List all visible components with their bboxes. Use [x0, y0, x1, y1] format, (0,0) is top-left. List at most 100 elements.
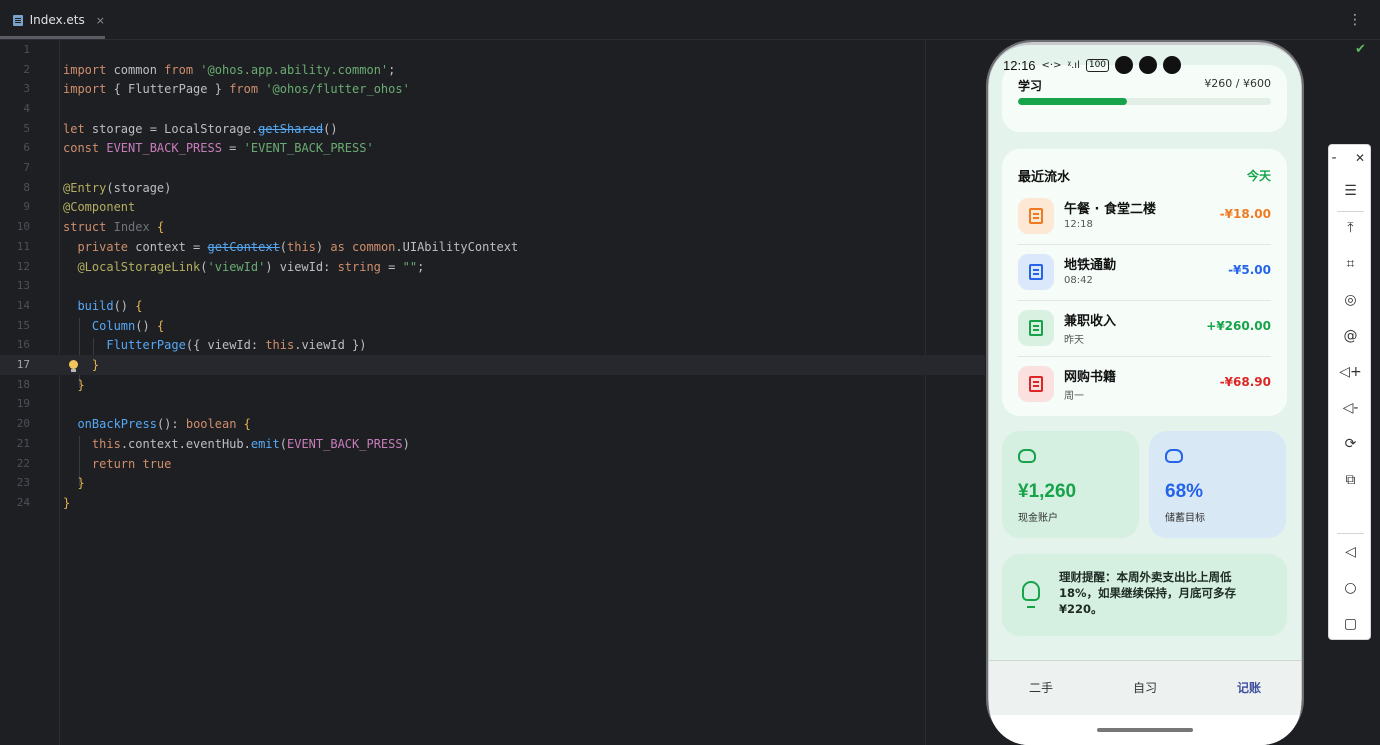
cash-account-card[interactable]: ¥1,260 现金账户 [1002, 431, 1139, 538]
savings-goal-card[interactable]: 68% 储蓄目标 [1149, 431, 1286, 538]
divider [1337, 533, 1364, 534]
transaction-amount: -¥5.00 [1228, 263, 1271, 277]
code-line-active: 17 } [0, 355, 985, 375]
transaction-row[interactable]: 网购书籍 周一 -¥68.90 [1018, 357, 1271, 413]
at-icon[interactable]: @ [1329, 323, 1372, 349]
signal-icon: ᵡ.ıl [1067, 59, 1080, 71]
nav-item-accounting[interactable]: 记账 [1197, 661, 1301, 715]
menu-icon[interactable]: ☰ [1329, 178, 1372, 204]
transaction-name: 地铁通勤 [1064, 258, 1117, 273]
stat-label: 储蓄目标 [1165, 513, 1205, 524]
code-line: 10 struct Index { [16, 220, 165, 234]
transaction-amount: -¥68.90 [1219, 375, 1271, 389]
divider [1337, 211, 1364, 212]
receipt-icon [1029, 264, 1043, 280]
date-filter-link[interactable]: 今天 [1247, 167, 1271, 184]
nav-item-study[interactable]: 自习 [1093, 661, 1197, 715]
crop-icon[interactable]: ⌗ [1329, 251, 1372, 277]
code-line: 14 build() { [16, 299, 143, 313]
code-line: 2 import common from '@ohos.app.ability.c… [23, 63, 396, 77]
volume-up-icon[interactable]: ◁+ [1329, 359, 1372, 385]
back-icon[interactable]: ◁ [1329, 539, 1372, 565]
multi-device-icon[interactable]: ⧉ [1329, 467, 1372, 493]
status-bar: 12:16 <·> ᵡ.ıl 100 [989, 45, 1301, 85]
transaction-row[interactable]: 午餐 · 食堂二楼 12:18 -¥18.00 [1018, 189, 1271, 245]
stat-label: 现金账户 [1018, 513, 1058, 524]
section-title: 最近流水 [1018, 170, 1071, 185]
code-line: 23 } [16, 476, 85, 490]
home-indicator[interactable] [1097, 728, 1193, 732]
network-icon: <·> [1041, 59, 1062, 71]
status-time: 12:16 [1003, 57, 1036, 73]
code-line: 13 [16, 279, 30, 292]
budget-progress-fill [1018, 98, 1127, 105]
receipt-icon [1029, 376, 1043, 392]
piggy-bank-icon [1165, 449, 1183, 463]
receipt-icon [1029, 320, 1043, 336]
home-icon[interactable]: ○ [1329, 575, 1372, 601]
code-line: 21 this.context.eventHub.emit(EVENT_BACK… [16, 437, 410, 451]
tx-icon-bg [1018, 254, 1054, 290]
receipt-icon [1029, 208, 1043, 224]
tx-icon-bg [1018, 198, 1054, 234]
code-line: 3 import { FlutterPage } from '@ohos/flut… [23, 82, 410, 96]
transaction-row[interactable]: 地铁通勤 08:42 -¥5.00 [1018, 245, 1271, 301]
code-line: 7 [23, 161, 30, 174]
stat-value: 68% [1165, 481, 1204, 502]
nav-item-secondhand[interactable]: 二手 [989, 661, 1093, 715]
bottom-nav: 二手 自习 记账 [989, 660, 1301, 715]
transaction-time: 昨天 [1064, 335, 1084, 346]
budget-progress-bar [1018, 98, 1271, 105]
active-tab-indicator [0, 36, 105, 39]
volume-down-icon[interactable]: ◁- [1329, 395, 1372, 421]
code-line: 11 private context = getContext(this) as… [16, 240, 519, 254]
transaction-name: 午餐 · 食堂二楼 [1064, 202, 1156, 217]
transaction-name: 网购书籍 [1064, 370, 1117, 385]
camera-cutout [1115, 56, 1134, 74]
close-icon[interactable]: × [96, 14, 105, 27]
close-icon[interactable]: ✕ [1347, 145, 1373, 171]
code-line: 20 onBackPress(): boolean { [16, 417, 251, 431]
code-line: 24} [16, 496, 71, 510]
minimize-icon[interactable]: - [1321, 145, 1347, 171]
stat-value: ¥1,260 [1018, 481, 1077, 502]
tip-text: 理财提醒：本周外卖支出比上周低18%，如果继续保持，月底可多存¥220。 [1059, 570, 1237, 616]
code-line: 4 [23, 102, 30, 115]
transaction-name: 兼职收入 [1064, 314, 1117, 329]
recents-icon[interactable]: ▢ [1329, 611, 1372, 637]
finance-tip-card: 理财提醒：本周外卖支出比上周低18%，如果继续保持，月底可多存¥220。 [1002, 554, 1287, 636]
piggy-bank-icon [1018, 449, 1036, 463]
battery-icon: 100 [1085, 58, 1110, 72]
lightbulb-icon [1022, 581, 1040, 608]
code-line: 8 @Entry(storage) [23, 181, 172, 195]
phone-screen: 12:16 <·> ᵡ.ıl 100 学习 ¥260 / ¥600 最近流水 今… [989, 45, 1301, 745]
code-line: 15 Column() { [16, 319, 165, 333]
transaction-amount: -¥18.00 [1219, 207, 1271, 221]
code-line: 1 [23, 43, 30, 56]
camera-cutout [1139, 56, 1158, 74]
code-line: 5 let storage = LocalStorage.getShared() [23, 122, 338, 136]
transaction-amount: +¥260.00 [1206, 319, 1271, 333]
tab-index-ets[interactable]: Index.ets × [0, 0, 105, 40]
pin-top-icon[interactable]: ⤒ [1329, 215, 1372, 241]
code-editor[interactable]: 1 2 import common from '@ohos.app.ability… [0, 40, 985, 745]
rotate-icon[interactable]: ◎ [1329, 287, 1372, 313]
code-line: 12 @LocalStorageLink('viewId') viewId: s… [16, 260, 425, 274]
transaction-time: 12:18 [1064, 219, 1093, 230]
code-line: 19 [16, 397, 30, 410]
code-line: 16 FlutterPage({ viewId: this.viewId }) [16, 338, 367, 352]
code-line: 18 } [16, 378, 85, 392]
camera-cutout [1163, 56, 1182, 74]
code-line: 22 return true [16, 457, 172, 471]
tab-label: Index.ets [29, 13, 85, 27]
rotate-device-icon[interactable]: ⟳ [1329, 431, 1372, 457]
code-line: 6 const EVENT_BACK_PRESS = 'EVENT_BACK_PR… [23, 141, 374, 155]
tx-icon-bg [1018, 310, 1054, 346]
transaction-row[interactable]: 兼职收入 昨天 +¥260.00 [1018, 301, 1271, 357]
emulator-toolbar: - ✕ ☰ ⤒ ⌗ ◎ @ ◁+ ◁- ⟳ ⧉ ◁ ○ ▢ [1328, 144, 1371, 640]
code-line: 9 @Component [23, 200, 136, 214]
more-options-icon[interactable]: ⋮ [1348, 12, 1362, 28]
no-problems-check-icon[interactable]: ✔ [1355, 42, 1366, 57]
file-icon [12, 14, 25, 27]
tx-icon-bg [1018, 366, 1054, 402]
